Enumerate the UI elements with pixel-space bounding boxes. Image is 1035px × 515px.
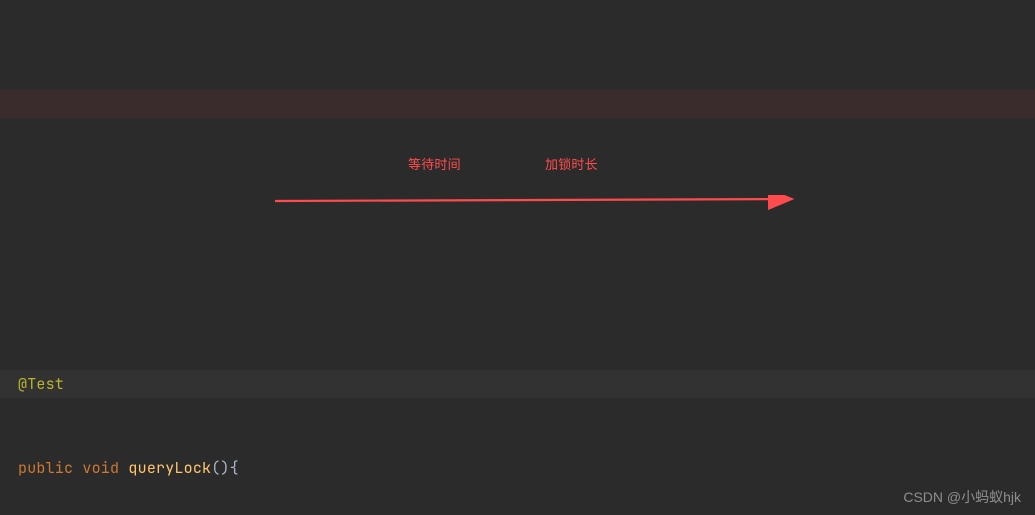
annotation-wait-time: 等待时间 [408, 152, 461, 180]
annotation-test: @Test [18, 374, 64, 394]
code-editor: 等待时间 加锁时长 @Test public void queryLock(){… [0, 0, 1035, 515]
red-arrow [275, 195, 805, 213]
annotation-lease-time: 加锁时长 [545, 152, 598, 180]
watermark: CSDN @小蚂蚁hjk [903, 487, 1021, 507]
method-queryLock: queryLock [128, 458, 211, 478]
